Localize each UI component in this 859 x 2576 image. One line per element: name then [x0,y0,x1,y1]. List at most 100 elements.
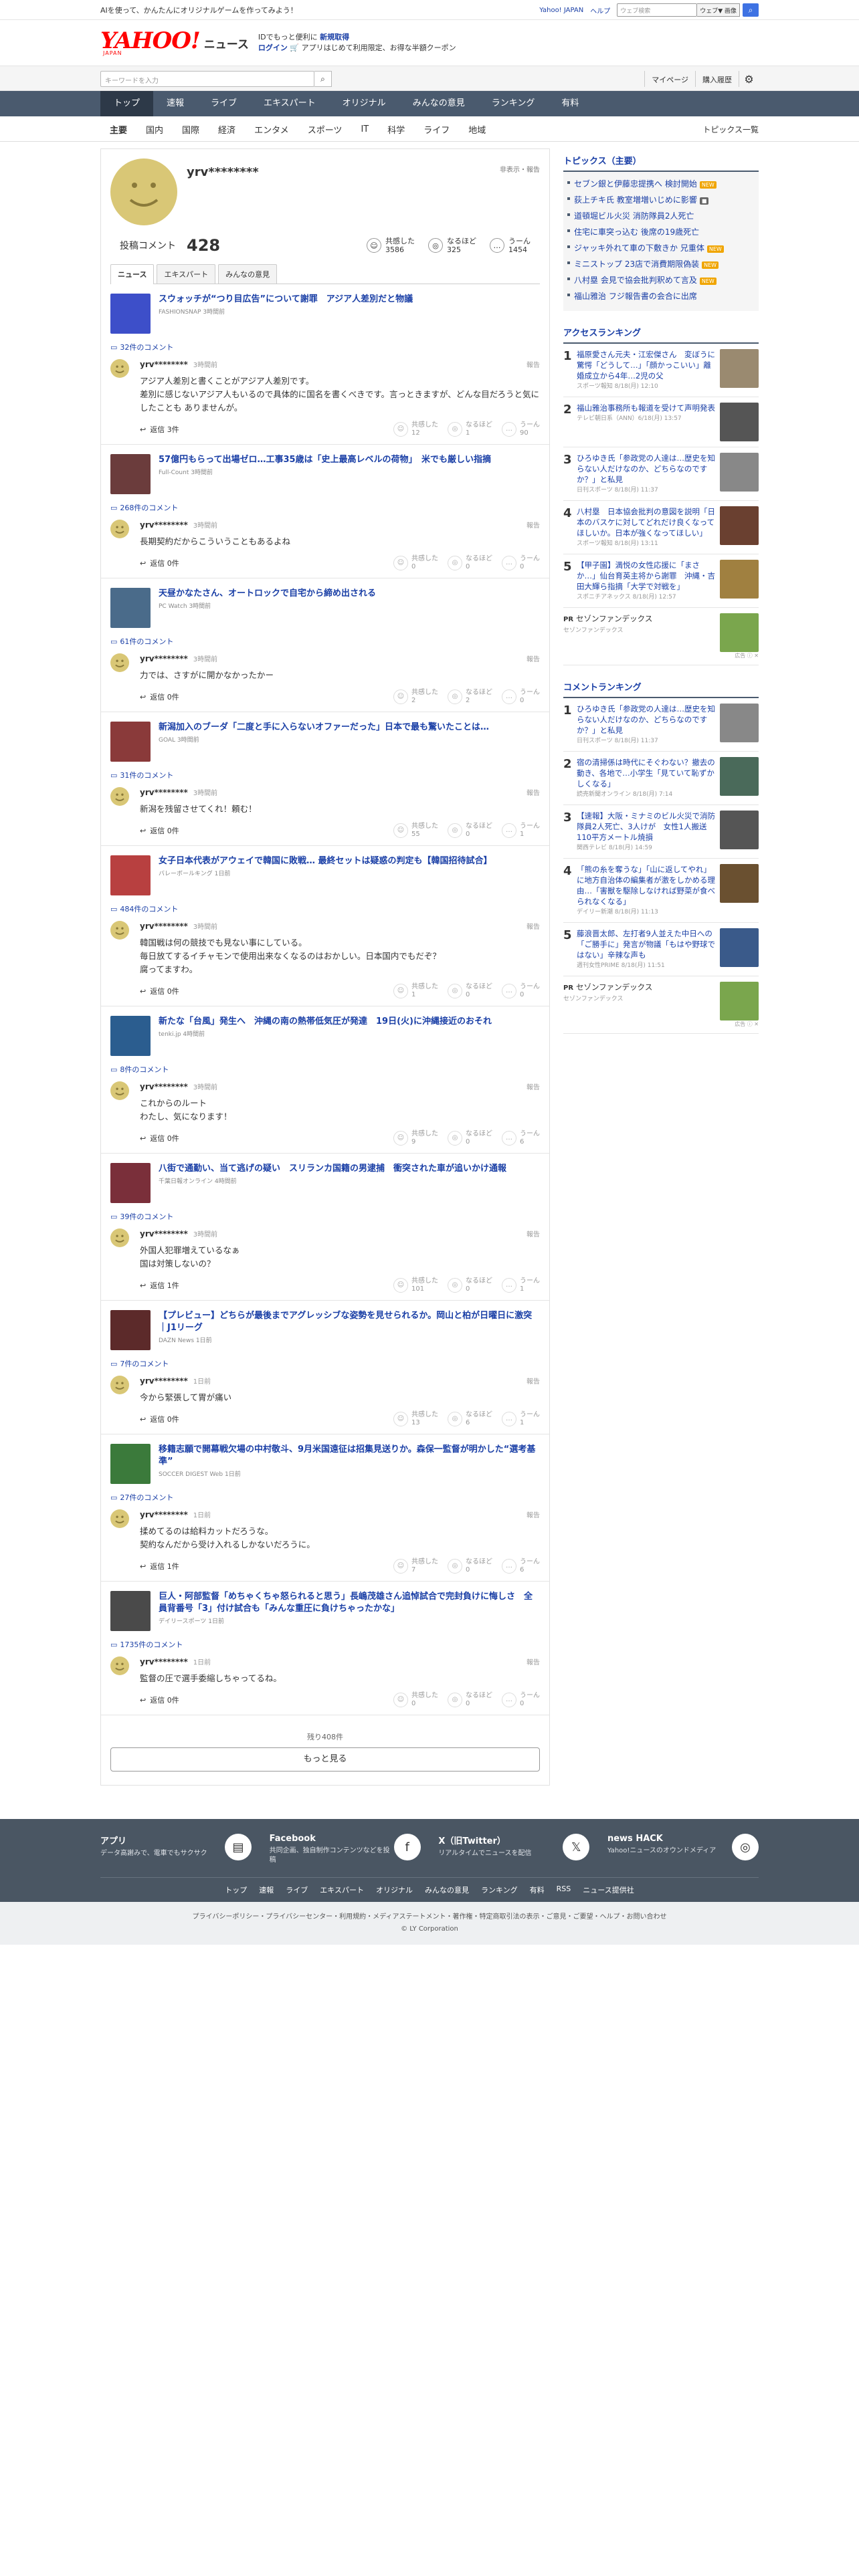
article-thumbnail[interactable] [110,1163,151,1203]
rank-thumbnail[interactable] [720,560,759,599]
rank-thumbnail[interactable] [720,811,759,849]
more-button[interactable]: もっと見る [110,1747,540,1772]
footer-link[interactable]: エキスパート [320,1885,364,1895]
ranking-item[interactable]: 5 【甲子園】満悦の女性応援に「まさか…」仙台育英主将から謝罪 沖縄・吉田大輝ら指… [563,554,759,608]
comment-username[interactable]: yrv******** [140,1376,188,1386]
login-link[interactable]: ログイン [258,43,288,52]
empathy-button[interactable]: ☺ 共感した 55 [393,823,438,839]
pr-ad[interactable]: PR セゾンファンデックス セゾンファンデックス 広告 ⓘ ✕ [563,608,759,665]
article-link[interactable]: 天昼かなたさん、オートロックで自宅から締め出される PC Watch 3時間前 [110,588,540,628]
yahoo-logo[interactable]: YAHOO! JAPAN [100,29,201,56]
report-link[interactable]: 報告 [527,921,540,931]
ranking-item[interactable]: 3 【速報】大阪・ミナミのビル火災で消防隊員2人死亡、3人けが 女性1人搬送 11… [563,805,759,859]
hmm-button[interactable]: … うーん 1 [502,1277,540,1293]
nav-item[interactable]: ライブ [197,91,250,116]
empathy-button[interactable]: ☺ 共感した 13 [393,1411,438,1427]
article-title[interactable]: 巨人・阿部監督「めちゃくちゃ怒られると思う」長嶋茂雄さん追悼試合で完封負けに悔し… [159,1591,540,1615]
topic-item[interactable]: 八村塁 会見で協会批判釈めて言及 NEW [567,272,755,288]
rank-thumbnail[interactable] [720,704,759,742]
rank-thumbnail[interactable] [720,403,759,441]
report-link[interactable]: 報告 [527,1656,540,1667]
rank-title[interactable]: 福山雅治事務所も報道を受けて声明発表 [577,403,716,413]
article-thumbnail[interactable] [110,1591,151,1631]
empathy-button[interactable]: ☺ 共感した 101 [393,1277,438,1293]
subnav-item[interactable]: エンタメ [245,123,298,136]
topic-item[interactable]: セブン銀と伊藤忠提携へ 検討開始 NEW [567,176,755,192]
report-link[interactable]: 報告 [527,1376,540,1386]
subnav-item[interactable]: 国内 [136,123,173,136]
article-thumbnail[interactable] [110,588,151,628]
comment-count-link[interactable]: ▭ 268件のコメント [110,502,540,513]
rank-title[interactable]: 「熊の糸を奪うな」「山に返してやれ」に地方自治体の編集者が激をしかめる理由…「害… [577,864,716,907]
comment-count-link[interactable]: ▭ 8件のコメント [110,1064,540,1075]
article-title[interactable]: 新潟加入のブーダ「二度と手に入らないオファーだった」日本で最も驚いたことは… [159,722,540,734]
footer-link[interactable]: RSS [557,1885,571,1895]
hmm-button[interactable]: … うーん 1 [502,823,540,839]
comment-username[interactable]: yrv******** [140,1510,188,1519]
subnav-item[interactable]: IT [351,124,378,134]
article-title[interactable]: 天昼かなたさん、オートロックで自宅から締め出される [159,588,540,600]
report-link[interactable]: 報告 [527,653,540,663]
article-thumbnail[interactable] [110,454,151,494]
footer-link[interactable]: トップ [225,1885,247,1895]
empathy-button[interactable]: ☺ 共感した 7 [393,1558,438,1574]
article-thumbnail[interactable] [110,855,151,895]
ranking-item[interactable]: 4 「熊の糸を奪うな」「山に返してやれ」に地方自治体の編集者が激をしかめる理由…「… [563,859,759,923]
ranking-item[interactable]: 2 宿の清掃係は時代にそぐわない？撤去の動き、各地で…小学生「見ていて恥ずかしくな… [563,752,759,805]
ranking-item[interactable]: 3 ひろゆき氏「参政党の人達は…歴史を知らない人だけなのか、どちらなのですか？」と… [563,447,759,501]
article-link[interactable]: 八街で通勤い、当て逃げの疑い スリランカ国籍の男逮捕 衝突された車が追いかけ通報… [110,1163,540,1203]
naruhodo-button[interactable]: ◎ なるほど 0 [448,1277,492,1293]
reply-button[interactable]: ↩ 返信 0件 [140,986,179,996]
empathy-button[interactable]: ☺ 共感した 12 [393,421,438,437]
report-link[interactable]: 報告 [527,787,540,797]
article-thumbnail[interactable] [110,1444,151,1484]
nav-item[interactable]: エキスパート [250,91,329,116]
coupon-link[interactable]: 🛒 アプリはじめて利用限定、お得な半額クーポン [290,43,456,52]
article-title[interactable]: 57億円もらって出場ゼロ…工事35歳は「史上最高レベルの荷物」 米でも厳しい指摘 [159,454,540,466]
comment-count-link[interactable]: ▭ 27件のコメント [110,1492,540,1503]
rank-title[interactable]: 宿の清掃係は時代にそぐわない？撤去の動き、各地で…小学生「見ていて恥ずかしくなる… [577,757,716,789]
footer-link[interactable]: みんなの意見 [425,1885,469,1895]
profile-tab[interactable]: みんなの意見 [218,264,278,284]
yahoo-japan-link[interactable]: Yahoo! JAPAN [539,7,583,14]
rank-title[interactable]: ひろゆき氏「参政党の人達は…歴史を知らない人だけなのか、どちらなのですか？」と私… [577,453,716,485]
footer-link[interactable]: ニュース提供社 [583,1885,634,1895]
nav-item[interactable]: トップ [100,91,154,116]
reply-button[interactable]: ↩ 返信 3件 [140,424,179,435]
nav-item[interactable]: オリジナル [329,91,399,116]
topics-list-link[interactable]: トピックス一覧 [702,124,759,135]
report-link[interactable]: 報告 [527,1228,540,1239]
naruhodo-button[interactable]: ◎ なるほど 2 [448,689,492,705]
comment-username[interactable]: yrv******** [140,1657,188,1667]
rank-title[interactable]: 福原愛さん元夫・江宏傑さん 変ぼうに驚愕「どうして…」「顔かっこいい」離婚成立か… [577,349,716,381]
naruhodo-button[interactable]: ◎ なるほど 0 [448,555,492,571]
topic-item[interactable]: 道頓堀ビル火災 消防隊員2人死亡 [567,208,755,224]
empathy-button[interactable]: ☺ 共感した 0 [393,1692,438,1708]
ranking-item[interactable]: 1 ひろゆき氏「参政党の人達は…歴史を知らない人だけなのか、どちらなのですか？」と… [563,698,759,752]
footer-link[interactable]: ランキング [481,1885,518,1895]
nav-item[interactable]: みんなの意見 [399,91,478,116]
comment-count-link[interactable]: ▭ 32件のコメント [110,342,540,352]
comment-username[interactable]: yrv******** [140,654,188,663]
article-link[interactable]: 移籍志願で開幕戦欠場の中村敬斗、9月米国遠征は招集見送りか。森保一監督が明かした… [110,1444,540,1484]
comment-username[interactable]: yrv******** [140,788,188,797]
comment-count-link[interactable]: ▭ 484件のコメント [110,903,540,914]
hmm-button[interactable]: … うーん 6 [502,1558,540,1574]
nav-item[interactable]: 速報 [153,91,197,116]
web-search-input[interactable]: ウェブ検索 [617,3,698,17]
mypage-button[interactable]: マイページ [644,71,695,87]
web-search-type[interactable]: ウェブ▼ 画像 [697,3,740,17]
article-link[interactable]: スウォッチが“つり目広告”について謝罪 アジア人差別だと物議 FASHIONSNA… [110,294,540,334]
gear-icon[interactable]: ⚙ [739,71,759,87]
topic-item[interactable]: 荻上チキ氏 教室増増いじめに影響 ■ [567,192,755,208]
footer-app[interactable]: アプリ データ高謝みで、電車でもサクサク ▤ [100,1834,252,1865]
reply-button[interactable]: ↩ 返信 1件 [140,1561,179,1572]
naruhodo-button[interactable]: ◎ なるほど 0 [448,1558,492,1574]
subnav-item[interactable]: 主要 [100,123,136,136]
article-link[interactable]: 巨人・阿部監督「めちゃくちゃ怒られると思う」長嶋茂雄さん追悼試合で完封負けに悔し… [110,1591,540,1631]
reply-button[interactable]: ↩ 返信 0件 [140,1414,179,1424]
comment-count-link[interactable]: ▭ 7件のコメント [110,1358,540,1369]
article-thumbnail[interactable] [110,1016,151,1056]
naruhodo-button[interactable]: ◎ なるほど 0 [448,1692,492,1708]
rank-thumbnail[interactable] [720,864,759,903]
